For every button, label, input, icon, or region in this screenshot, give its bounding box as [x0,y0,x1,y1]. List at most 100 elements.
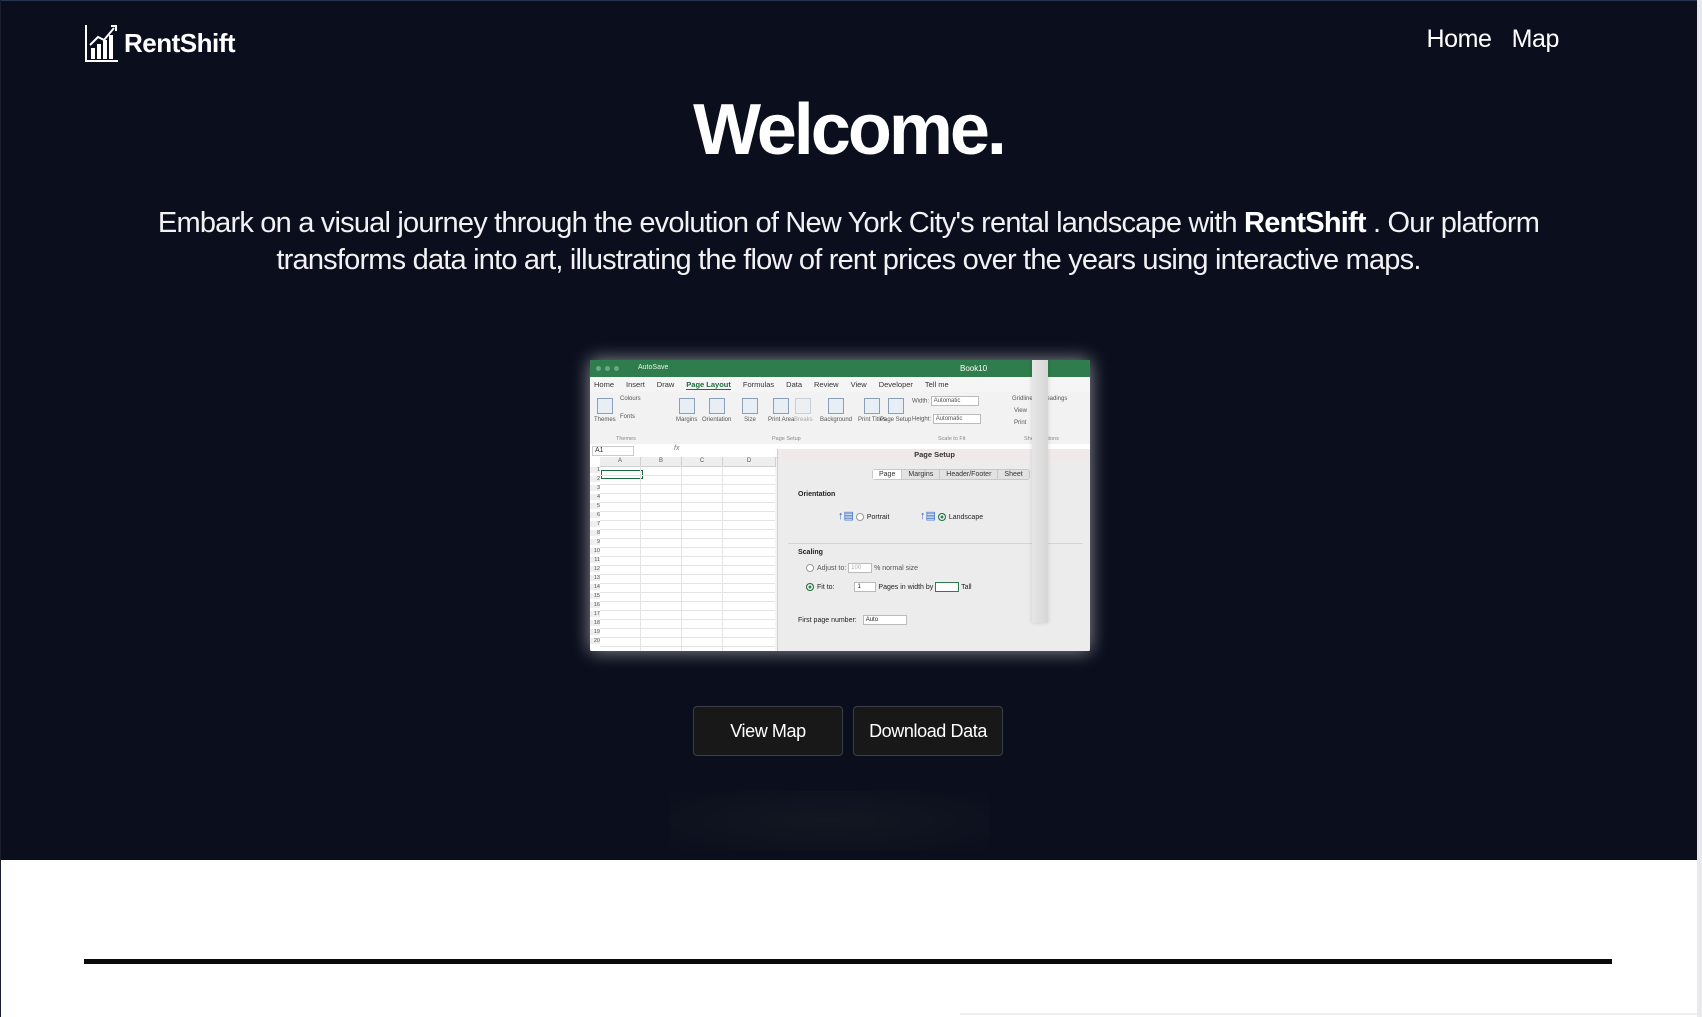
ribbon-group-label: Scale to Fit [938,436,966,442]
fit-to-option: Fit to: 1 Pages in width by Tall [806,582,972,592]
row-number: 6 [590,512,600,518]
row-number: 14 [590,584,600,590]
ribbon-tab: Data [786,380,802,389]
column-header: D [723,457,776,467]
ribbon-tab: Review [814,380,839,389]
ribbon-tabs: Home Insert Draw Page Layout Formulas Da… [590,377,1090,392]
adjust-to-option: Adjust to: 100 % normal size [806,563,918,573]
fx-icon: fx [674,445,680,452]
sheet-option: View [1014,408,1027,414]
ribbon-item: Orientation [702,398,731,423]
chart-logo-icon [85,25,118,62]
ribbon-tab: View [850,380,867,389]
brand-logo[interactable]: RentShift [84,23,236,63]
bottom-border [960,1013,1697,1015]
row-number: 5 [590,503,600,509]
grid-line [600,637,775,638]
section-divider [84,959,1612,964]
row-number: 19 [590,629,600,635]
row-number: 1 [590,467,600,473]
grid-line [600,520,775,521]
broken-image-strip [1032,360,1048,623]
row-number: 11 [590,557,600,563]
ribbon-item: Page Setup [880,398,911,423]
ribbon-tab: Tell me [924,380,949,389]
row-number: 18 [590,620,600,626]
lead-brand: RentShift [1244,207,1366,239]
ribbon-tab-active: Page Layout [686,379,731,390]
landscape-option: ↑▤ Landscape [920,510,984,522]
ribbon-item: Colours [620,396,641,402]
nav-map-link[interactable]: Map [1512,25,1560,54]
grid-line [600,502,775,503]
row-number: 2 [590,476,600,482]
grid-line [681,466,682,651]
window-edge-left [0,0,1,1017]
row-number: 3 [590,485,600,491]
row-number: 8 [590,530,600,536]
column-header: B [641,457,682,467]
spreadsheet-grid: A B C D 1 2 3 4 5 6 7 8 9 10 11 12 13 14 15 16 17 18 19 20 [590,457,776,651]
grid-line [600,556,775,557]
grid-line [600,583,775,584]
grid-line [600,628,775,629]
row-number: 12 [590,566,600,572]
row-number: 7 [590,521,600,527]
button-reflection [670,791,990,851]
ribbon: Themes Colours Fonts Margins Orientation… [590,392,1090,445]
row-number: 13 [590,575,600,581]
excel-title-bar: AutoSave Book10 [590,360,1090,377]
ribbon-tab: Developer [878,380,913,389]
grid-line [600,529,775,530]
grid-line [600,646,775,647]
column-header: A [600,457,641,467]
ribbon-tab: Formulas [742,380,775,389]
row-number: 9 [590,539,600,545]
grid-line [600,547,775,548]
dialog-tabs: Page Margins Header/Footer Sheet [872,469,1030,480]
column-header: C [682,457,723,467]
top-nav: Home Map [1426,25,1559,54]
brand-name: RentShift [124,27,236,58]
grid-line [640,466,641,651]
name-box: A1 [592,446,634,456]
grid-line [600,565,775,566]
first-page-number: First page number: Auto [798,615,907,625]
grid-line [600,574,775,575]
workbook-title: Book10 [960,364,988,373]
ribbon-item: Background [820,398,852,423]
ribbon-tab: Draw [656,380,675,389]
ribbon-item: Themes [594,398,616,423]
portrait-icon: ↑▤ [838,510,854,522]
autosave-label: AutoSave [638,364,669,371]
lead-text-start: Embark on a visual journey through the e… [157,207,1245,239]
portrait-option: ↑▤ Portrait [838,510,890,522]
grid-line [600,601,775,602]
grid-line [600,475,775,476]
grid-line [600,484,775,485]
dialog-tab: Page [873,470,903,479]
grid-line [600,610,775,611]
scaling-label: Scaling [798,549,823,556]
row-number: 10 [590,548,600,554]
scale-height: Height: Automatic [912,414,981,424]
window-controls [596,366,619,371]
download-data-button[interactable]: Download Data [853,706,1003,756]
row-number: 20 [590,638,600,644]
dialog-tab: Sheet [1004,471,1023,478]
grid-line [722,466,723,651]
grid-line [600,493,775,494]
grid-line [600,619,775,620]
nav-home-link[interactable]: Home [1426,25,1491,54]
page-title: Welcome. [693,90,1007,170]
view-map-button[interactable]: View Map [693,706,843,756]
ribbon-group-label: Themes [616,436,636,442]
scale-width: Width: Automatic [912,396,979,406]
preview-screenshot: AutoSave Book10 Home Insert Draw Page La… [590,360,1090,651]
row-number: 16 [590,602,600,608]
grid-line [600,511,775,512]
ribbon-item: Margins [676,398,697,423]
sheet-option: Print [1014,420,1027,426]
ribbon-item: Breaks [794,398,813,423]
row-number: 4 [590,494,600,500]
